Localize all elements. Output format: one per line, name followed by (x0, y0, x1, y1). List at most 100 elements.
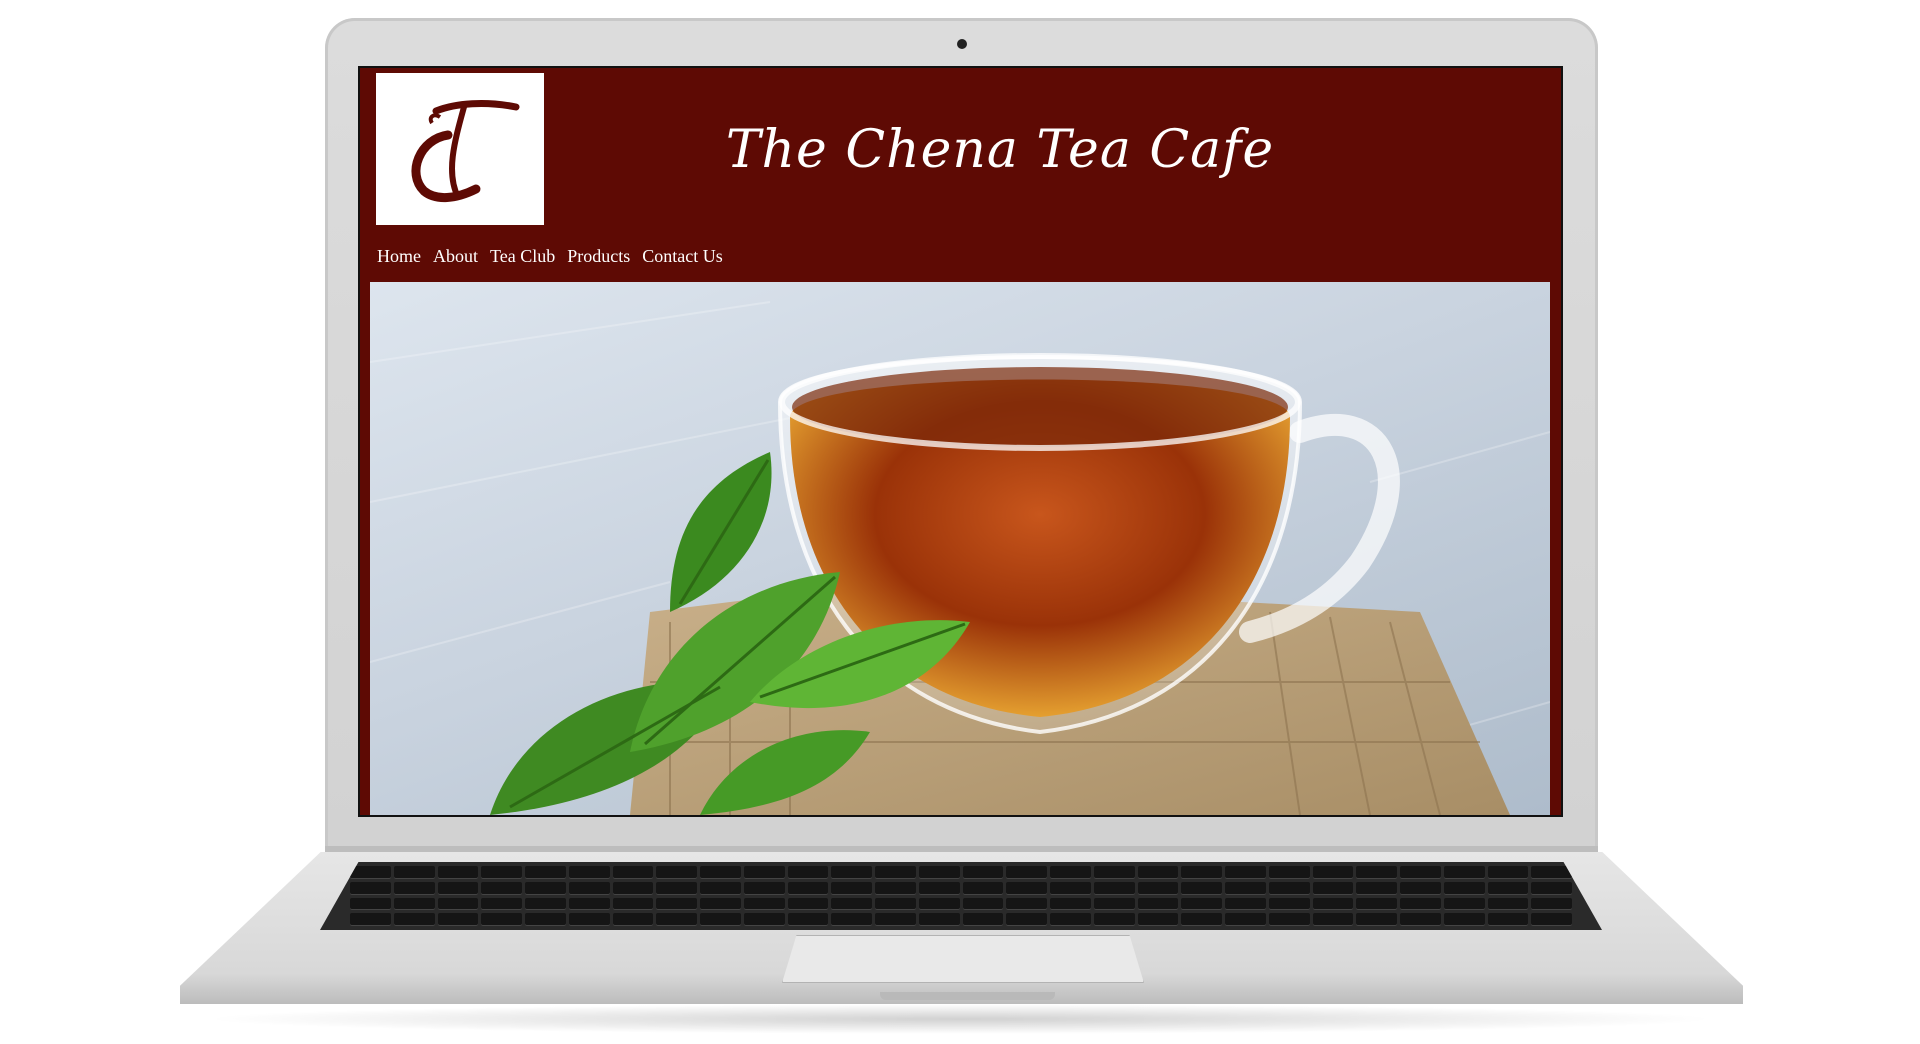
keyboard-key (481, 866, 522, 879)
laptop-notch (880, 992, 1055, 1000)
keyboard-key (1006, 881, 1047, 895)
keyboard-key (437, 881, 479, 895)
laptop-mockup: The Chena Tea Cafe Home About Tea Club P… (0, 0, 1920, 1044)
keyboard-key (437, 897, 479, 911)
keyboard-key (1268, 897, 1310, 911)
keyboard-key (743, 866, 785, 879)
keyboard-key (962, 866, 1004, 879)
keyboard-key (1487, 897, 1529, 911)
keyboard-key (831, 866, 872, 879)
keyboard-key (743, 881, 785, 895)
keyboard-key (962, 913, 1004, 926)
keyboard-key (1531, 866, 1572, 879)
keyboard-key (1443, 913, 1485, 926)
keyboard-key (700, 913, 741, 926)
trackpad[interactable] (782, 935, 1144, 983)
keyboard-key (1137, 866, 1179, 879)
keyboard-key (656, 913, 697, 926)
website-screen: The Chena Tea Cafe Home About Tea Club P… (360, 68, 1561, 815)
keyboard-key (568, 897, 610, 911)
keyboard-key (1400, 866, 1441, 879)
nav-contact-us[interactable]: Contact Us (642, 246, 723, 267)
keyboard (320, 862, 1602, 930)
keyboard-key (743, 897, 785, 911)
keyboard-key (1050, 897, 1091, 911)
keyboard-key (437, 866, 479, 879)
keyboard-key (612, 866, 654, 879)
keyboard-key (525, 866, 566, 879)
keyboard-key (831, 881, 872, 895)
keyboard-key (1225, 866, 1266, 879)
keyboard-key (962, 881, 1004, 895)
keyboard-key (393, 913, 435, 926)
keyboard-key (1050, 881, 1091, 895)
keyboard-key (831, 897, 872, 911)
keyboard-key (1181, 897, 1222, 911)
keyboard-key (525, 913, 566, 926)
keyboard-key (1312, 866, 1354, 879)
keyboard-key (568, 866, 610, 879)
keyboard-key (393, 866, 435, 879)
keyboard-key (393, 881, 435, 895)
keyboard-key (1400, 881, 1441, 895)
keyboard-key (350, 866, 391, 879)
keyboard-key (875, 897, 916, 911)
keyboard-key (1443, 866, 1485, 879)
keyboard-key (962, 897, 1004, 911)
keyboard-key (1006, 866, 1047, 879)
keyboard-key (1050, 913, 1091, 926)
keyboard-key (875, 866, 916, 879)
keyboard-key (1093, 866, 1135, 879)
keyboard-key (831, 913, 872, 926)
keyboard-key (350, 881, 391, 895)
keyboard-key (656, 881, 697, 895)
keyboard-key (350, 897, 391, 911)
keyboard-key (1356, 881, 1397, 895)
keyboard-key (612, 913, 654, 926)
keyboard-key (1181, 866, 1222, 879)
keyboard-key (1225, 881, 1266, 895)
nav-home[interactable]: Home (377, 246, 421, 267)
keyboard-key (612, 897, 654, 911)
keyboard-key (1006, 897, 1047, 911)
keyboard-key (350, 913, 391, 926)
tea-cup-illustration (370, 301, 1550, 815)
keyboard-key (1268, 866, 1310, 879)
keyboard-key (1181, 913, 1222, 926)
keyboard-key (525, 897, 566, 911)
keyboard-key (437, 913, 479, 926)
keyboard-key (481, 913, 522, 926)
keyboard-key (1356, 897, 1397, 911)
keyboard-key (656, 897, 697, 911)
keyboard-key (1487, 913, 1529, 926)
keyboard-key (787, 913, 829, 926)
keyboard-key (875, 913, 916, 926)
laptop-lid: The Chena Tea Cafe Home About Tea Club P… (325, 18, 1598, 853)
keyboard-key (1356, 913, 1397, 926)
keyboard-key (1137, 881, 1179, 895)
keyboard-key (1050, 866, 1091, 879)
nav-tea-club[interactable]: Tea Club (490, 246, 555, 267)
keyboard-key (481, 881, 522, 895)
keyboard-key (1137, 913, 1179, 926)
keyboard-key (1443, 897, 1485, 911)
nav-about[interactable]: About (433, 246, 478, 267)
keyboard-key (568, 913, 610, 926)
keyboard-key (787, 866, 829, 879)
keyboard-key (1487, 881, 1529, 895)
keyboard-key (1312, 897, 1354, 911)
keyboard-key (1268, 913, 1310, 926)
keyboard-key (1356, 866, 1397, 879)
keyboard-key (1093, 897, 1135, 911)
nav-products[interactable]: Products (567, 246, 630, 267)
keyboard-key (1400, 913, 1441, 926)
keyboard-key (525, 881, 566, 895)
site-logo[interactable] (376, 73, 544, 225)
keyboard-key (1531, 913, 1572, 926)
keyboard-key (918, 881, 960, 895)
keyboard-key (700, 881, 741, 895)
laptop-shadow (200, 1004, 1720, 1034)
keyboard-key (1137, 897, 1179, 911)
hero-image (370, 282, 1550, 815)
keyboard-key (1531, 881, 1572, 895)
